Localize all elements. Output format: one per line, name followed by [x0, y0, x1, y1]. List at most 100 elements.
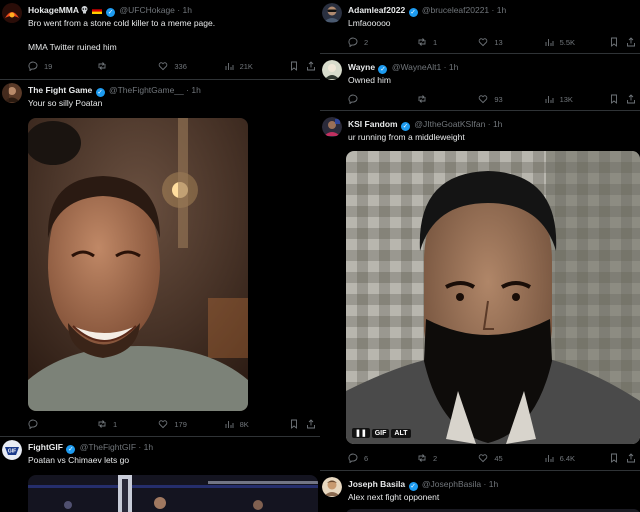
- germany-flag-icon: [91, 6, 102, 17]
- retweet-icon: [98, 420, 106, 428]
- like-count: 179: [174, 419, 187, 429]
- share-icon: [627, 37, 635, 47]
- views-chart-icon: [225, 63, 234, 70]
- like-button[interactable]: 179: [158, 419, 223, 429]
- reply-count: 19: [44, 61, 53, 71]
- tweet-actions: 1 179 8K: [28, 418, 316, 430]
- tweet-text: ur running from a middleweight: [348, 132, 465, 142]
- like-button[interactable]: 13: [478, 37, 543, 47]
- bookmark-button[interactable]: [609, 94, 626, 104]
- verified-badge-icon: ✓: [66, 445, 76, 454]
- bookmark-icon: [290, 419, 297, 429]
- tweet-text: Lmfaooooo: [348, 18, 391, 28]
- retweet-icon: [98, 62, 106, 70]
- separator-dot: ·: [138, 442, 142, 452]
- bookmark-icon: [610, 37, 617, 47]
- share-button[interactable]: [306, 419, 316, 429]
- share-button[interactable]: [306, 61, 316, 71]
- avatar[interactable]: [322, 477, 342, 497]
- tweet-text: Owned him: [348, 75, 391, 85]
- tweet-timestamp[interactable]: 1h: [489, 479, 498, 489]
- user-handle[interactable]: @WayneAlt1: [392, 62, 441, 72]
- reply-button[interactable]: [348, 94, 417, 104]
- tweet-wayne[interactable]: Wayne ✓ @WayneAlt1 · 1h Owned him 93 13K: [320, 54, 640, 111]
- display-name[interactable]: Wayne: [348, 62, 375, 72]
- reply-button[interactable]: 6: [348, 453, 417, 463]
- tweet-actions: 2 1 13 5.5K: [348, 36, 636, 48]
- tweet-timestamp[interactable]: 1h: [144, 442, 153, 452]
- display-name[interactable]: Joseph Basila: [348, 479, 405, 489]
- view-count: 8K: [239, 419, 249, 429]
- retweet-button[interactable]: 1: [417, 37, 478, 47]
- bookmark-icon: [610, 94, 617, 104]
- retweet-button[interactable]: [417, 94, 478, 104]
- laughing-man-photo: [28, 118, 248, 411]
- retweet-button[interactable]: [97, 61, 158, 71]
- share-button[interactable]: [626, 37, 636, 47]
- display-name[interactable]: KSI Fandom: [348, 119, 398, 129]
- tweet-header: KSI Fandom ✓ @JItheGoatKSIfan · 1h: [348, 119, 636, 131]
- retweet-icon: [418, 95, 426, 103]
- retweet-button[interactable]: 2: [417, 453, 478, 463]
- reply-button[interactable]: 2: [348, 37, 417, 47]
- separator-dot: ·: [491, 5, 495, 15]
- reply-button[interactable]: 19: [28, 61, 97, 71]
- tweet-fightgif[interactable]: GIF FightGIF ✓ @TheFightGIF · 1h Poatan …: [0, 437, 320, 512]
- views-button[interactable]: 13K: [544, 94, 609, 104]
- display-name[interactable]: The Fight Game: [28, 85, 92, 95]
- reply-button[interactable]: [28, 419, 97, 429]
- tweet-timestamp[interactable]: 1h: [493, 119, 502, 129]
- bookmark-button[interactable]: [289, 61, 306, 71]
- share-button[interactable]: [626, 94, 636, 104]
- avatar[interactable]: [322, 117, 342, 137]
- tweet-header: The Fight Game ✓ @TheFightGame__ · 1h: [28, 85, 316, 97]
- view-count: 5.5K: [559, 37, 575, 47]
- like-button[interactable]: 336: [158, 61, 223, 71]
- display-name[interactable]: HokageMMA: [28, 5, 79, 15]
- bookmark-button[interactable]: [609, 453, 626, 463]
- user-handle[interactable]: @UFCHokage: [120, 5, 175, 15]
- views-button[interactable]: 21K: [224, 61, 289, 71]
- views-button[interactable]: 8K: [224, 419, 289, 429]
- tweet-adamleaf2022[interactable]: Adamleaf2022 ✓ @bruceleaf20221 · 1h Lmfa…: [320, 0, 640, 54]
- display-name[interactable]: Adamleaf2022: [348, 5, 405, 15]
- tweet-media-arena[interactable]: [28, 475, 318, 512]
- pause-button[interactable]: ❚❚: [352, 428, 370, 438]
- separator-dot: ·: [177, 5, 181, 15]
- views-button[interactable]: 5.5K: [544, 37, 609, 47]
- display-name[interactable]: FightGIF: [28, 442, 63, 452]
- alt-text-badge[interactable]: ALT: [391, 429, 411, 438]
- avatar[interactable]: [322, 60, 342, 80]
- tweet-header: HokageMMA ✓ @UFCHokage · 1h: [28, 5, 316, 17]
- tweet-ksi-fandom[interactable]: KSI Fandom ✓ @JItheGoatKSIfan · 1h ur ru…: [320, 111, 640, 471]
- tweet-the-fight-game[interactable]: The Fight Game ✓ @TheFightGame__ · 1h Yo…: [0, 80, 320, 437]
- user-handle[interactable]: @bruceleaf20221: [422, 5, 489, 15]
- user-handle[interactable]: @TheFightGame__: [109, 85, 184, 95]
- tweet-media-image[interactable]: [28, 118, 248, 411]
- share-button[interactable]: [626, 453, 636, 463]
- user-handle[interactable]: @JosephBasila: [422, 479, 481, 489]
- share-icon: [307, 61, 315, 71]
- tweet-timestamp[interactable]: 1h: [183, 5, 192, 15]
- tweet-text: Your so silly Poatan: [28, 98, 103, 108]
- tweet-timestamp[interactable]: 1h: [497, 5, 506, 15]
- bookmark-button[interactable]: [609, 37, 626, 47]
- tweet-hokagemma[interactable]: HokageMMA ✓ @UFCHokage · 1h Bro went fro…: [0, 0, 320, 80]
- right-timeline-column: Adamleaf2022 ✓ @bruceleaf20221 · 1h Lmfa…: [320, 0, 640, 512]
- tweet-timestamp[interactable]: 1h: [191, 85, 200, 95]
- user-handle[interactable]: @TheFightGIF: [80, 442, 136, 452]
- retweet-button[interactable]: 1: [97, 419, 158, 429]
- tweet-timestamp[interactable]: 1h: [449, 62, 458, 72]
- views-chart-icon: [545, 96, 554, 103]
- avatar[interactable]: [2, 3, 22, 23]
- like-button[interactable]: 45: [478, 453, 543, 463]
- avatar[interactable]: [322, 3, 342, 23]
- avatar[interactable]: GIF: [2, 440, 22, 460]
- bookmark-button[interactable]: [289, 419, 306, 429]
- like-button[interactable]: 93: [478, 94, 543, 104]
- avatar[interactable]: [2, 83, 22, 103]
- user-handle[interactable]: @JItheGoatKSIfan: [414, 119, 485, 129]
- views-button[interactable]: 6.4K: [544, 453, 609, 463]
- tweet-joseph-basila[interactable]: Joseph Basila ✓ @JosephBasila · 1h Alex …: [320, 471, 640, 512]
- tweet-media-gif[interactable]: ❚❚ GIF ALT: [346, 151, 640, 444]
